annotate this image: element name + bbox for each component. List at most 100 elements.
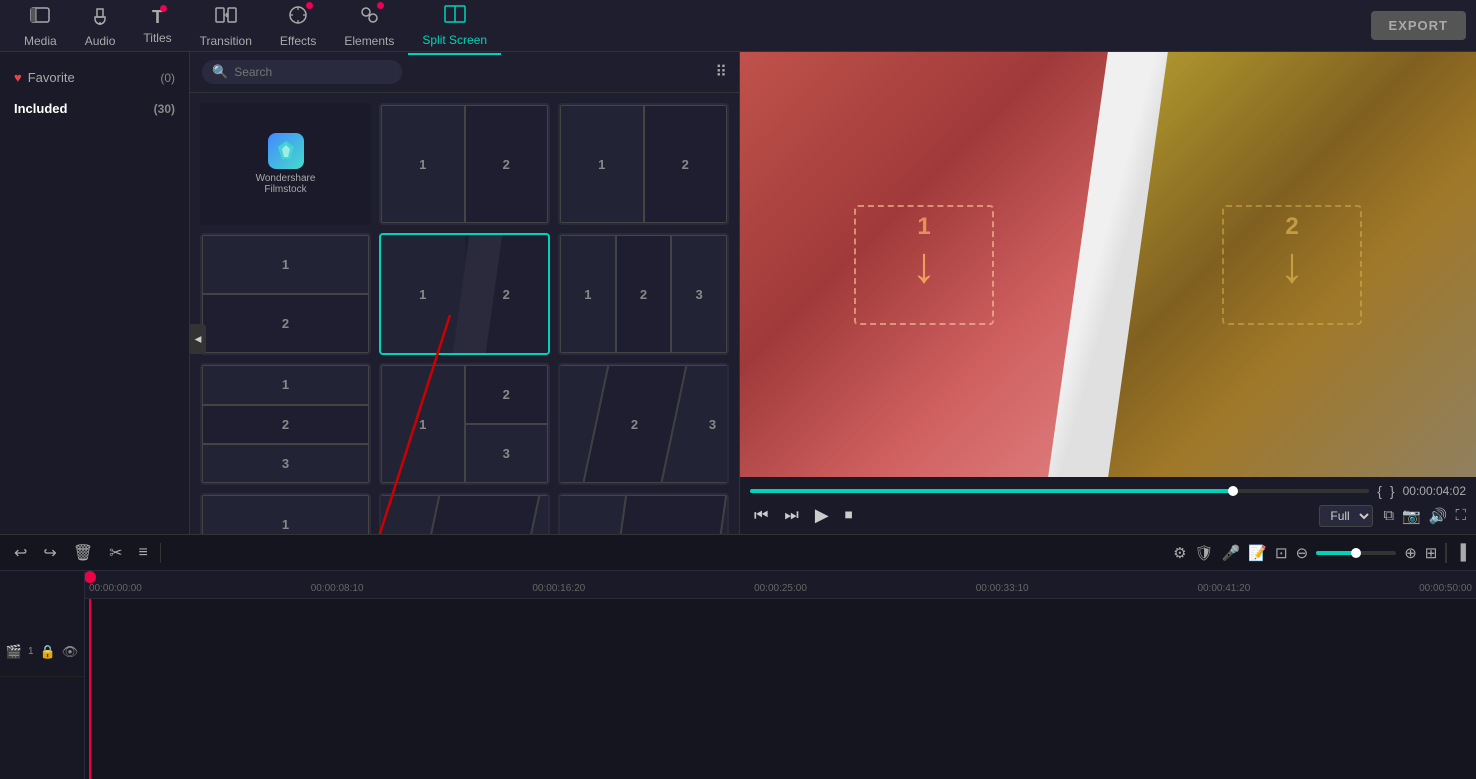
sidebar-item-included[interactable]: Included (30) [0,93,189,124]
cell: 2 [465,365,549,424]
play-button[interactable]: ▶ [811,503,833,528]
video-track-label: 1 [28,646,34,657]
progress-track[interactable] [750,489,1369,493]
settings-icon[interactable]: ⚙ [1173,544,1186,562]
fullscreen-icon[interactable]: ⛶ [1455,507,1466,524]
redo-button[interactable]: ↪ [39,541,60,565]
track-area [85,599,1476,779]
main-area: ♥ Favorite (0) Included (30) [0,52,1476,534]
timeline-section: ↩ ↪ 🗑 ✂ ≡ ⚙ 🛡 🎤 📝 ⊡ ⊖ ⊕ ⊞ ▐ [0,534,1476,779]
bracket-start-button[interactable]: { [1377,483,1382,499]
preview-left-panel: 1 ↓ [740,52,1108,477]
ws-name: Wondershare Filmstock [256,173,316,195]
drop-number-1: 1 [917,213,930,241]
favorite-label: Favorite [28,70,75,85]
toolbar-item-elements[interactable]: Elements [330,0,408,54]
playhead-line [89,599,91,779]
export-button[interactable]: EXPORT [1371,11,1466,40]
ruler-mark: 00:00:41:20 [1197,583,1250,594]
pip-icon[interactable]: ⧉ [1383,507,1394,524]
cell: 1 [381,105,465,223]
drop-zone-1[interactable]: 1 ↓ [854,205,994,325]
drop-arrow-2: ↓ [1280,236,1305,294]
collapse-panel-button[interactable]: ◂ [190,324,206,354]
bracket-end-button[interactable]: } [1390,483,1395,499]
split-card-3h[interactable]: 1 2 3 [558,233,729,355]
ctrl-icons: ⧉ 📷 🔊 ⛶ [1383,507,1466,525]
transition-label: Transition [200,34,252,48]
split-card-2diag-selected[interactable]: 1 2 [379,233,550,355]
delete-button[interactable]: 🗑 [69,541,97,565]
collapse-timeline-icon[interactable]: ▐ [1455,544,1466,561]
drop-zone-2[interactable]: 2 ↓ [1222,205,1362,325]
undo-button[interactable]: ↩ [10,541,31,565]
pip-small-icon[interactable]: ⊡ [1275,544,1288,562]
cell: 2 [465,105,549,223]
cell: 1 [202,235,369,294]
preview-area: 1 ↓ 2 ↓ [740,52,1476,477]
content-area: 🔍 ⠿ [190,52,739,534]
volume-icon[interactable]: 🔊 [1429,507,1448,525]
sidebar-item-favorite[interactable]: ♥ Favorite (0) [0,62,189,93]
split-screen-label: Split Screen [422,33,487,47]
quality-select[interactable]: Full [1319,505,1373,527]
heart-icon: ♥ [14,70,22,85]
audio-icon [89,4,111,32]
toolbar-item-audio[interactable]: Audio [71,0,130,54]
search-input[interactable] [234,65,392,79]
split-card-4diag[interactable]: 1 2 3 [379,493,550,534]
zoom-out-icon[interactable]: ⊖ [1296,544,1309,562]
cell: 1 [381,365,465,483]
split-card-3diag[interactable]: 1 2 3 [558,363,729,485]
split-card-4diag2[interactable]: 1 2 3 [558,493,729,534]
elements-icon [358,4,380,32]
ruler: 00:00:00:00 00:00:08:10 00:00:16:20 00:0… [85,571,1476,599]
cut-button[interactable]: ✂ [105,541,126,565]
toolbar-item-split-screen[interactable]: Split Screen [408,0,501,55]
preview-right-panel: 2 ↓ [1108,52,1476,477]
toolbar-item-transition[interactable]: Transition [186,0,266,54]
timeline-right-icons: ⚙ 🛡 🎤 📝 ⊡ ⊖ ⊕ ⊞ ▐ [1173,543,1466,563]
wondershare-filmstock-card[interactable]: Wondershare Filmstock [200,103,371,225]
included-count: (30) [154,102,175,116]
zoom-in-icon[interactable]: ⊕ [1404,544,1417,562]
toolbar-item-media[interactable]: Media [10,0,71,54]
ruler-mark: 00:00:00:00 [89,583,142,594]
eye-icon[interactable]: 👁 [62,644,79,660]
time-display: 00:00:04:02 [1403,484,1466,498]
caption-icon[interactable]: 📝 [1248,544,1267,562]
effects-label: Effects [280,34,316,48]
cell: 2 [644,105,728,223]
video-track-icon: 🎬 [6,644,22,660]
cell: 2 [202,294,369,353]
split-card-3mixed2[interactable]: 1 2 3 [200,493,371,534]
media-label: Media [24,34,57,48]
mic-icon[interactable]: 🎤 [1222,544,1241,562]
playhead[interactable] [89,599,91,779]
screenshot-icon[interactable]: 📷 [1402,507,1421,525]
shield-icon[interactable]: 🛡 [1195,544,1214,562]
audio-label: Audio [85,34,116,48]
search-input-wrap[interactable]: 🔍 [202,60,402,84]
preview-video: 1 ↓ 2 ↓ [740,52,1476,477]
grid-view-icon[interactable]: ⠿ [715,62,727,82]
cell: 1 [202,365,369,404]
ruler-mark: 00:00:50:00 [1419,583,1472,594]
split-card-3mixed[interactable]: 1 2 3 [379,363,550,485]
zoom-slider[interactable] [1316,551,1396,555]
lock-icon[interactable]: 🔒 [40,644,56,660]
step-frame-back-button[interactable]: ⏭ [780,505,802,527]
cell: 2 [616,235,672,353]
split-card-2h[interactable]: 1 2 [379,103,550,225]
stop-button[interactable]: ⏹ [841,505,857,527]
fit-icon[interactable]: ⊞ [1425,544,1438,562]
toolbar-item-titles[interactable]: T Titles [129,0,185,51]
timeline-body: 🎬 1 🔒 👁 00:00:00:00 00:00:08:10 00:00:16… [0,571,1476,779]
split-card-2h-stacked[interactable]: 1 2 [200,233,371,355]
sidebar: ♥ Favorite (0) Included (30) [0,52,190,534]
step-back-button[interactable]: ⏮ [750,505,772,527]
toolbar-item-effects[interactable]: Effects [266,0,330,54]
filter-button[interactable]: ≡ [135,542,152,564]
split-card-2v[interactable]: 1 2 [558,103,729,225]
split-card-3v[interactable]: 1 2 3 [200,363,371,485]
